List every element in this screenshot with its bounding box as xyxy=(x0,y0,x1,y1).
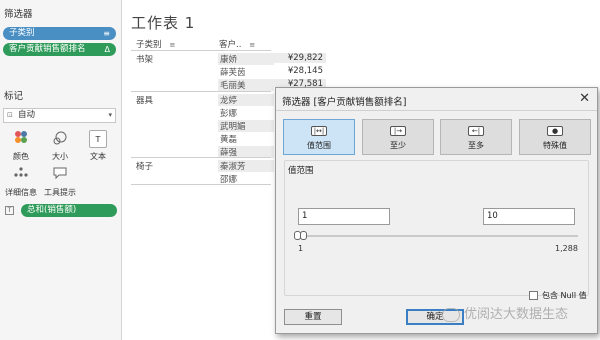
mark-detail-button[interactable]: 详细信息 xyxy=(3,164,39,200)
mark-type-value: 自动 xyxy=(18,110,36,120)
include-null-label: 包含 Null 值 xyxy=(542,291,587,300)
include-null-checkbox[interactable] xyxy=(529,291,538,300)
sheet-title: 工作表 1 xyxy=(131,14,196,32)
mark-size-label: 大小 xyxy=(52,152,68,161)
min-value-input[interactable]: 1 xyxy=(298,208,390,225)
tab-value-range[interactable]: |↔| 值范围 xyxy=(283,119,355,155)
tab-special[interactable]: ● 特殊值 xyxy=(519,119,591,155)
at-most-icon: ←| xyxy=(468,126,484,136)
mark-tooltip-button[interactable]: 工具提示 xyxy=(42,164,78,200)
left-panel: 筛选器 子类别 ≡ 客户贡献销售额排名 Δ 标记 ⊡ 自动 ▾ 颜色 大小 T … xyxy=(0,0,122,340)
customer-cell: 彭娜 xyxy=(220,109,238,119)
customer-cell: 龙婷 xyxy=(218,94,274,106)
mark-color-button[interactable]: 颜色 xyxy=(3,128,39,164)
customer-cell: 黄磊 xyxy=(220,135,238,145)
filter-pill-label: 客户贡献销售额排名 xyxy=(9,44,86,54)
range-icon: |↔| xyxy=(311,126,327,136)
auto-mark-icon: ⊡ xyxy=(7,111,13,119)
range-slider-track[interactable] xyxy=(296,235,578,237)
category-label: 椅子 xyxy=(136,162,154,172)
reset-button[interactable]: 重置 xyxy=(284,309,342,325)
tab-value-range-label: 值范围 xyxy=(307,141,331,150)
sort-icon: ≡ xyxy=(169,41,176,49)
header-customer[interactable]: 客户.. ≡ xyxy=(219,38,255,50)
detail-icon xyxy=(3,166,39,184)
filter-pill-label: 子类别 xyxy=(9,28,35,38)
color-icon xyxy=(3,130,39,148)
max-value-input[interactable]: 10 xyxy=(483,208,575,225)
header-subcategory[interactable]: 子类别 ≡ xyxy=(136,38,175,50)
divider xyxy=(276,110,597,111)
filter-dialog: 筛选器 [客户贡献销售额排名] ✕ |↔| 值范围 |→ 至少 ←| 至多 ● … xyxy=(275,87,598,334)
customer-cell: 毛丽美 xyxy=(218,79,274,91)
text-mark-icon: T xyxy=(5,206,14,215)
sort-icon: ≡ xyxy=(249,41,256,49)
header-subcategory-label: 子类别 xyxy=(136,40,162,50)
size-icon xyxy=(42,130,78,148)
watermark: 优阅达大数据生态 xyxy=(442,303,568,322)
slider-min-label: 1 xyxy=(298,244,304,253)
range-group-label: 值范围 xyxy=(288,164,314,176)
category-label: 器具 xyxy=(136,96,154,106)
filter-pill-subcategory[interactable]: 子类别 ≡ xyxy=(3,27,116,40)
mark-size-button[interactable]: 大小 xyxy=(42,128,78,164)
divider xyxy=(131,50,271,51)
customer-cell: 秦淑芳 xyxy=(218,160,274,172)
range-group xyxy=(284,160,589,296)
mark-detail-label: 详细信息 xyxy=(5,188,37,197)
mark-text-label: 文本 xyxy=(90,152,106,161)
value-cell: ¥29,822 xyxy=(274,53,326,63)
tab-at-least[interactable]: |→ 至少 xyxy=(362,119,434,155)
filter-pill-rank[interactable]: 客户贡献销售额排名 Δ xyxy=(3,43,116,56)
at-least-icon: |→ xyxy=(390,126,406,136)
tab-at-least-label: 至少 xyxy=(390,141,406,150)
range-slider-max-handle[interactable] xyxy=(300,231,307,240)
customer-cell: 薛芙茵 xyxy=(220,68,246,78)
slider-max-label: 1,288 xyxy=(555,244,578,253)
special-icon: ● xyxy=(547,126,563,136)
close-icon[interactable]: ✕ xyxy=(579,91,590,106)
measure-row: T 总和(销售额) xyxy=(5,204,117,218)
divider xyxy=(131,91,271,92)
filter-icon: ≡ xyxy=(103,29,110,38)
customer-cell: 康娇 xyxy=(218,53,274,65)
marks-title: 标记 xyxy=(4,91,24,102)
mark-type-select[interactable]: ⊡ 自动 ▾ xyxy=(3,108,116,123)
watermark-text: 优阅达大数据生态 xyxy=(464,307,569,322)
divider xyxy=(131,157,271,158)
mark-tooltip-label: 工具提示 xyxy=(44,188,76,197)
filters-title: 筛选器 xyxy=(4,9,33,20)
category-label: 书架 xyxy=(136,55,154,65)
tooltip-icon xyxy=(42,166,78,184)
tab-special-label: 特殊值 xyxy=(543,141,567,150)
wechat-icon xyxy=(442,307,460,322)
tab-at-most-label: 至多 xyxy=(468,141,484,150)
header-customer-label: 客户.. xyxy=(219,40,242,50)
tab-at-most[interactable]: ←| 至多 xyxy=(440,119,512,155)
value-cell: ¥28,145 xyxy=(287,66,323,76)
measure-pill[interactable]: 总和(销售额) xyxy=(21,204,117,217)
mark-color-label: 颜色 xyxy=(13,152,29,161)
chevron-down-icon: ▾ xyxy=(108,111,112,119)
divider xyxy=(131,184,271,185)
value-cell: ¥27,581 xyxy=(274,79,326,87)
delta-icon: Δ xyxy=(104,45,110,54)
customer-cell: 武明媚 xyxy=(218,120,274,132)
dialog-title: 筛选器 [客户贡献销售额排名] xyxy=(282,97,407,108)
mark-text-button[interactable]: T 文本 xyxy=(80,128,116,164)
text-icon: T xyxy=(89,130,107,148)
